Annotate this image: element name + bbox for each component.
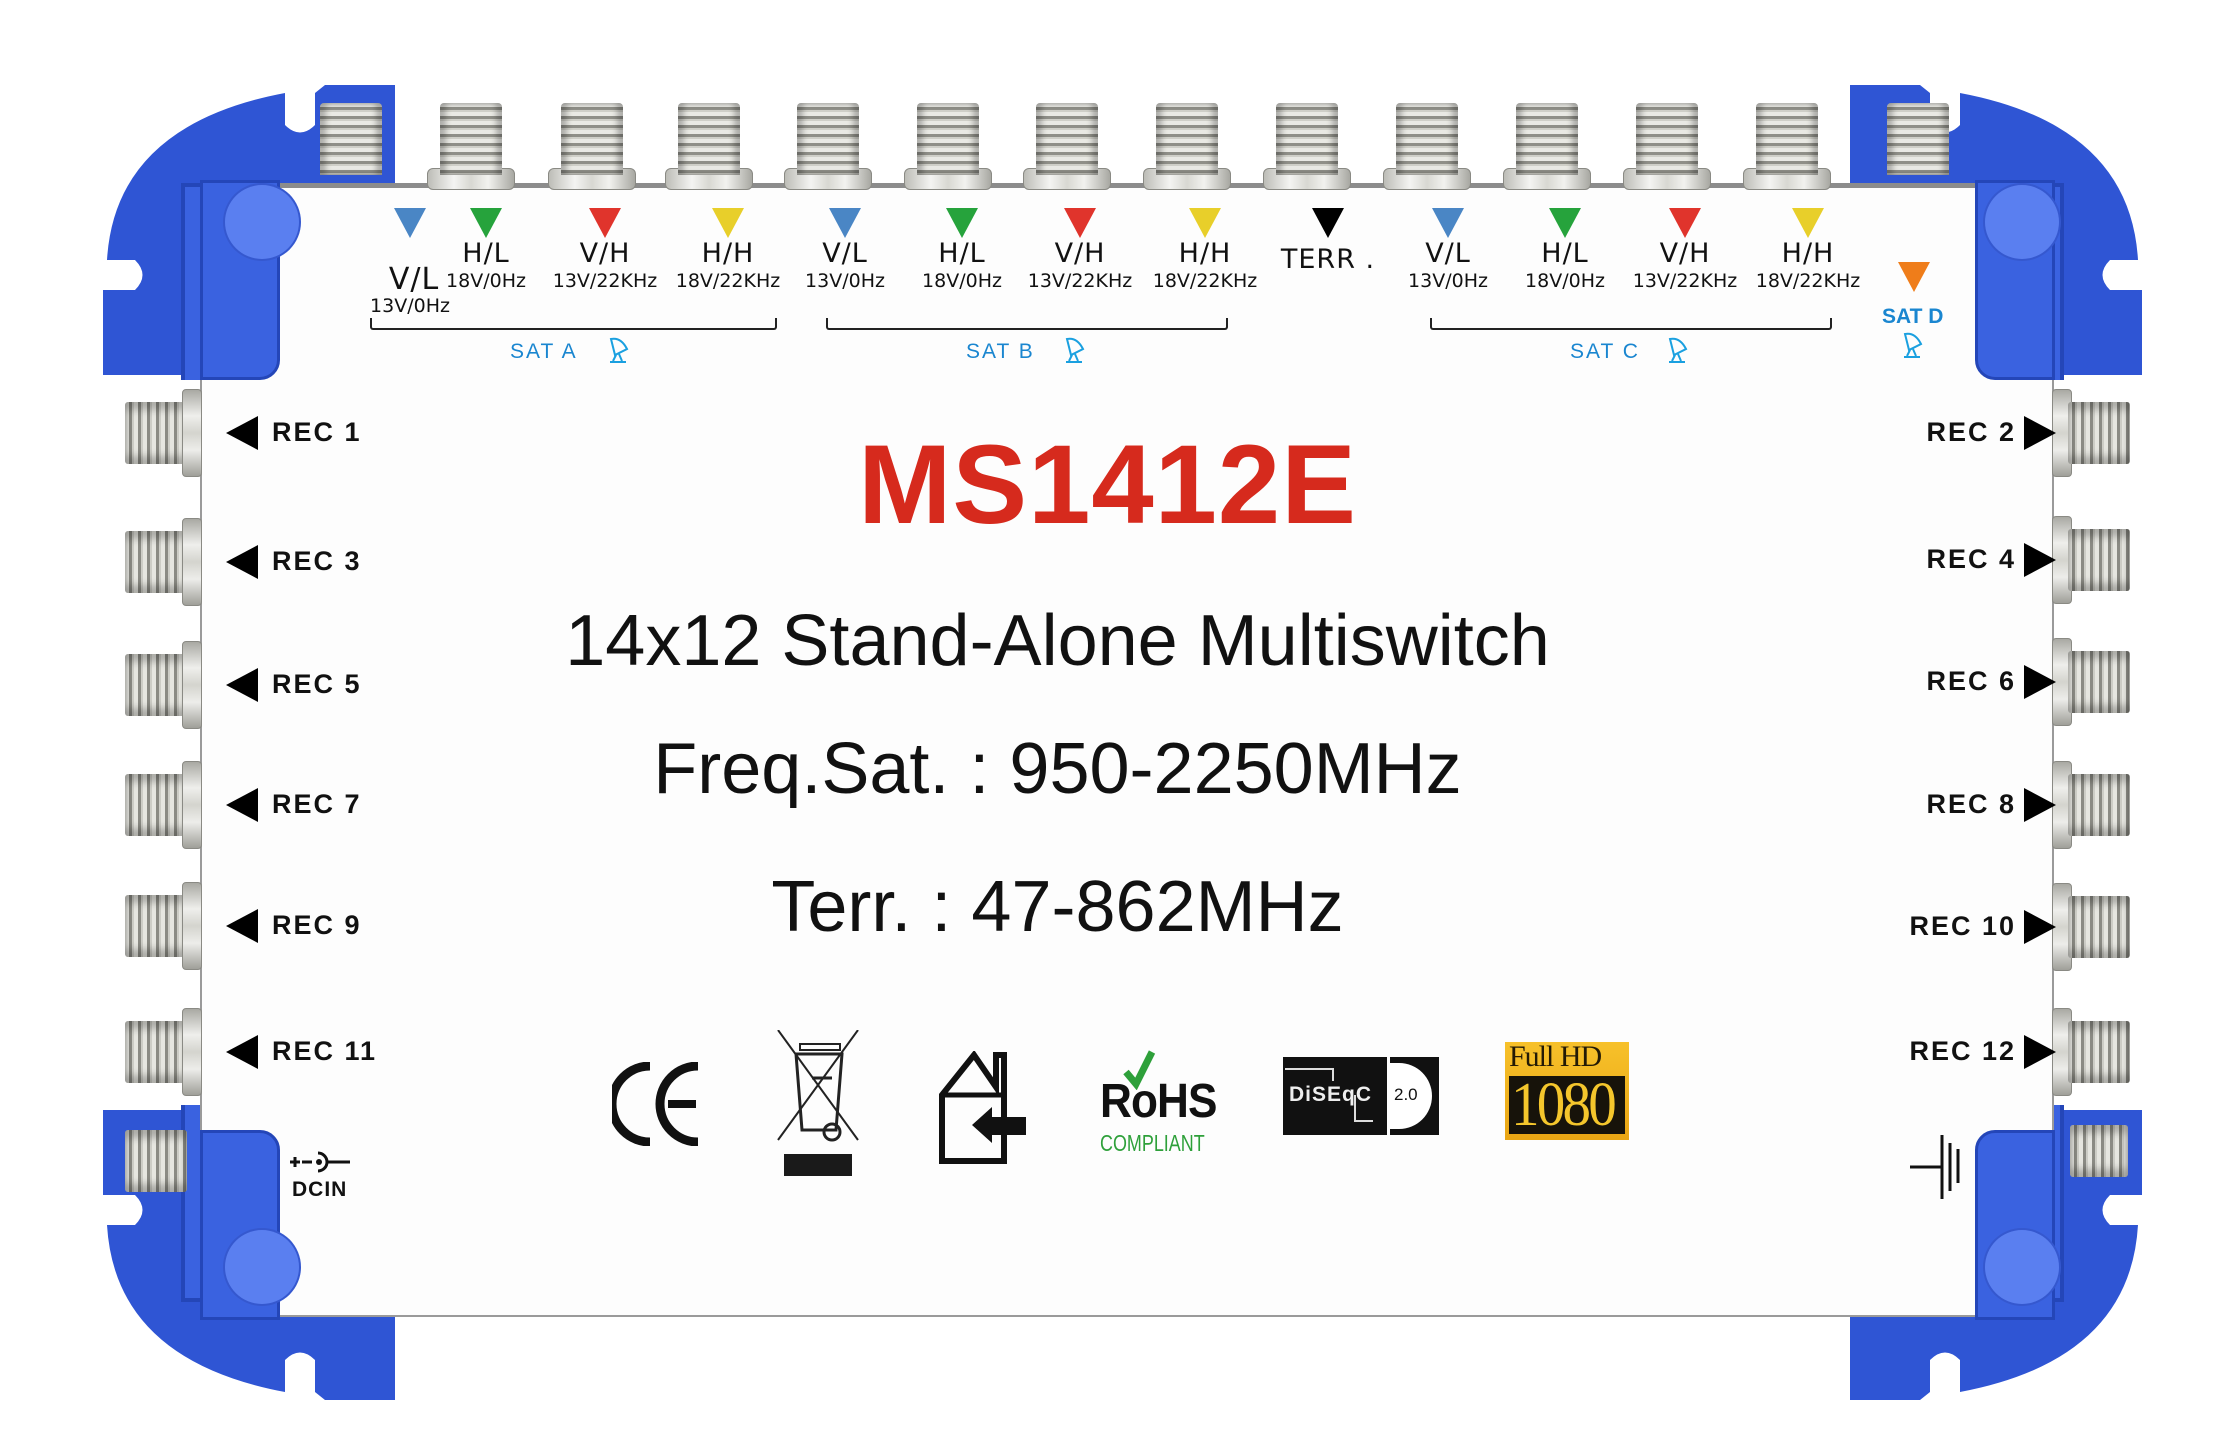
weee-bin-icon — [776, 1029, 862, 1178]
sat-c-label: SAT C — [1570, 340, 1640, 363]
input-connector[interactable] — [1276, 103, 1338, 175]
model-number: MS1412E — [858, 422, 1357, 547]
sat-b-label: SAT B — [966, 340, 1035, 363]
sat-c-brace — [1430, 318, 1832, 330]
input-indicator-icon — [1549, 208, 1581, 238]
dc-in-label: DCIN — [292, 1178, 348, 1201]
rohs-title: RoHS — [1100, 1075, 1217, 1128]
input-polarity-label: V/H — [1659, 238, 1711, 269]
input-indicator-icon — [1189, 208, 1221, 238]
input-connector[interactable] — [320, 103, 382, 175]
input-polarity-label: V/H — [579, 238, 631, 269]
input-connector[interactable] — [440, 103, 502, 175]
output-arrow-icon — [2024, 1035, 2056, 1069]
input-polarity-label: H/L — [1541, 238, 1589, 269]
sat-d-indicator-icon — [1898, 262, 1930, 292]
screw-cap — [225, 185, 299, 259]
input-indicator-icon — [589, 208, 621, 238]
output-connector[interactable] — [125, 1021, 187, 1083]
input-connector[interactable] — [1756, 103, 1818, 175]
input-connector[interactable] — [1036, 103, 1098, 175]
dc-input-connector[interactable] — [125, 1130, 187, 1192]
input-connector[interactable] — [1636, 103, 1698, 175]
full-hd-label: Full HD — [1509, 1040, 1602, 1073]
freq-sat: Freq.Sat. : 950-2250MHz — [653, 729, 1462, 809]
output-label: REC 3 — [272, 546, 362, 576]
satellite-dish-icon — [1063, 335, 1085, 368]
input-indicator-icon — [470, 208, 502, 238]
full-hd-1080-badge: Full HD 1080 — [1505, 1040, 1629, 1140]
full-hd-resolution: 1080 — [1511, 1071, 1617, 1139]
input-connector[interactable] — [797, 103, 859, 175]
output-arrow-icon — [226, 1035, 258, 1069]
input-indicator-icon — [1792, 208, 1824, 238]
rohs-subtitle: COMPLIANT — [1100, 1130, 1205, 1156]
indoor-use-icon — [938, 1049, 1028, 1165]
sat-b-brace — [826, 318, 1228, 330]
input-voltage-label: 13V/22KHz — [1027, 270, 1133, 292]
input-connector[interactable] — [561, 103, 623, 175]
diseqc-badge: DiSEqC 2.0 — [1283, 1057, 1439, 1135]
satellite-dish-icon — [607, 335, 629, 368]
screw-cap — [1985, 185, 2059, 259]
output-connector[interactable] — [2068, 1021, 2130, 1083]
output-arrow-icon — [226, 545, 258, 579]
input-voltage-label: 13V/22KHz — [1632, 270, 1738, 292]
diseqc-label: DiSEqC — [1289, 1083, 1373, 1106]
satellite-dish-icon — [1901, 330, 1923, 363]
output-label: REC 11 — [272, 1036, 378, 1066]
ce-mark-icon — [607, 1061, 702, 1147]
input-polarity-label: H/H — [1178, 238, 1232, 269]
freq-terr: Terr. : 47-862MHz — [771, 867, 1344, 947]
ground-terminal[interactable] — [2070, 1125, 2128, 1177]
input-indicator-icon — [946, 208, 978, 238]
sat-d-label: SAT D — [1882, 305, 1944, 328]
input-connector[interactable] — [678, 103, 740, 175]
satellite-dish-icon — [1666, 335, 1688, 368]
input-indicator-icon — [1312, 208, 1344, 238]
input-indicator-icon — [394, 208, 426, 238]
screw-cap — [1985, 1230, 2059, 1304]
sat-a-brace — [370, 318, 777, 330]
input-indicator-icon — [1064, 208, 1096, 238]
output-label: REC 12 — [1909, 1036, 2016, 1066]
input-indicator-icon — [1669, 208, 1701, 238]
diseqc-version: 2.0 — [1394, 1085, 1418, 1104]
input-polarity-label: H/H — [1781, 238, 1835, 269]
input-voltage-label: 18V/22KHz — [1152, 270, 1258, 292]
input-voltage-label: 18V/0Hz — [1525, 270, 1605, 292]
rohs-compliant-badge: RoHS COMPLIANT — [1100, 1050, 1217, 1162]
input-connector[interactable] — [1156, 103, 1218, 175]
input-voltage-label: 13V/22KHz — [552, 270, 658, 292]
dc-power-symbol-icon — [288, 1150, 358, 1174]
input-connector[interactable] — [1516, 103, 1578, 175]
input-indicator-icon — [829, 208, 861, 238]
screw-cap — [225, 1230, 299, 1304]
input-connector[interactable] — [1887, 103, 1949, 175]
input-voltage-label: 18V/22KHz — [1755, 270, 1861, 292]
input-connector[interactable] — [1396, 103, 1458, 175]
connector-nut — [182, 1008, 202, 1096]
product-description: 14x12 Stand-Alone Multiswitch — [565, 601, 1550, 681]
ground-symbol-icon — [1908, 1133, 1968, 1203]
input-polarity-label: V/H — [1054, 238, 1106, 269]
input-indicator-icon — [712, 208, 744, 238]
input-voltage-label: 13V/0Hz — [370, 295, 450, 317]
input-polarity-label: TERR . — [1280, 244, 1376, 275]
input-connector[interactable] — [917, 103, 979, 175]
input-indicator-icon — [1432, 208, 1464, 238]
sat-a-label: SAT A — [510, 340, 578, 363]
